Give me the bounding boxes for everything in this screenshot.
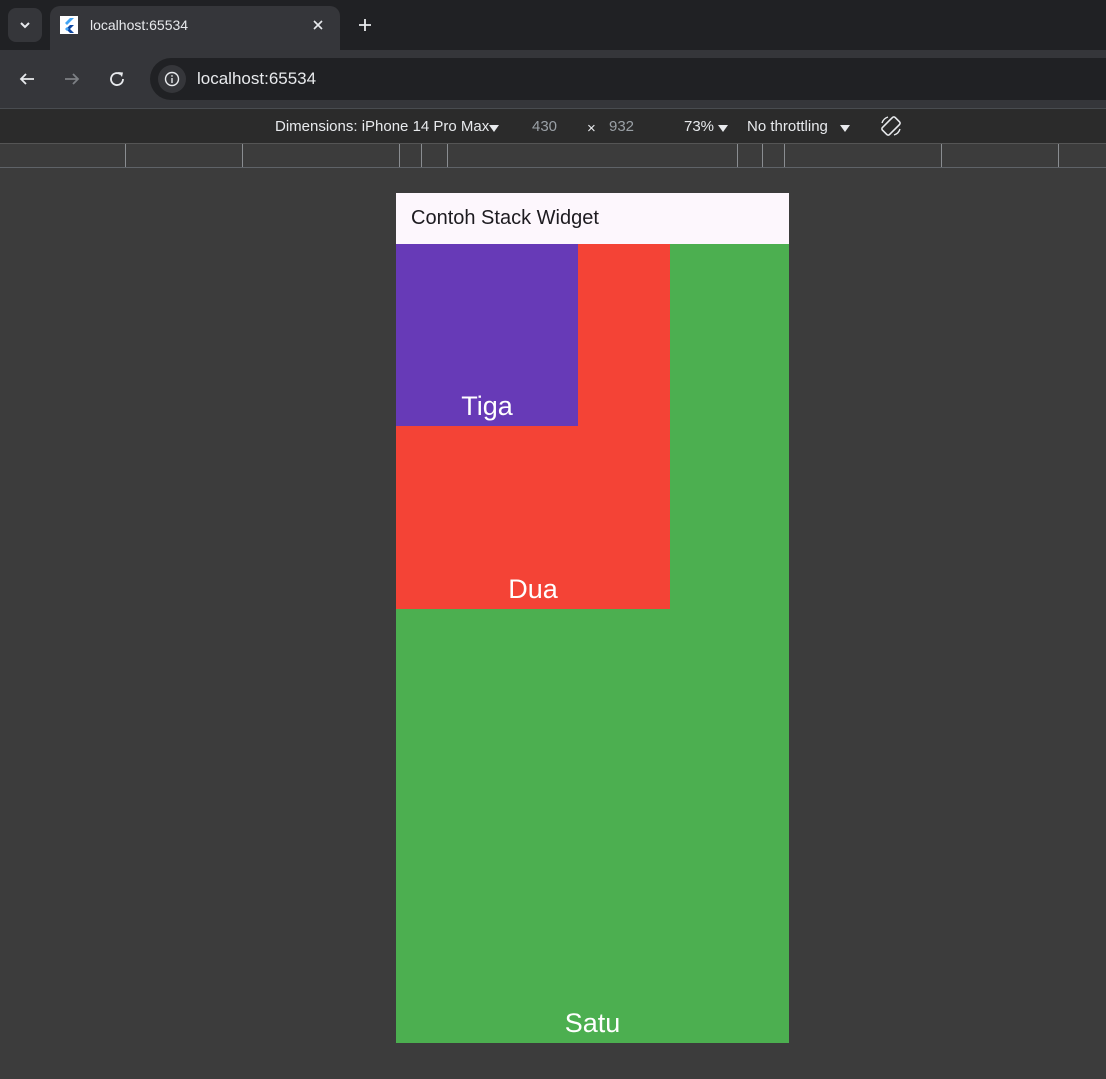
ruler-tick[interactable]: [762, 144, 763, 167]
site-info-button[interactable]: [158, 65, 186, 93]
height-input[interactable]: 932: [609, 118, 634, 135]
ruler-tick[interactable]: [447, 144, 448, 167]
ruler-tick[interactable]: [784, 144, 785, 167]
width-input[interactable]: 430: [532, 118, 557, 135]
caret-down-icon[interactable]: [718, 120, 728, 137]
ruler-tick[interactable]: [1058, 144, 1059, 167]
app-bar: Contoh Stack Widget: [396, 193, 789, 244]
box-satu-label: Satu: [564, 1008, 621, 1038]
arrow-right-icon: [65, 73, 80, 85]
box-tiga-label: Tiga: [461, 391, 513, 421]
info-icon: [164, 71, 180, 87]
dimensions-select[interactable]: Dimensions: iPhone 14 Pro Max: [275, 118, 489, 135]
page-title: Contoh Stack Widget: [411, 207, 599, 229]
browser-toolbar: localhost:65534: [0, 50, 1106, 108]
times-icon: ×: [587, 120, 596, 137]
chevron-down-icon: [20, 22, 30, 29]
zoom-select[interactable]: 73%: [684, 118, 714, 135]
media-query-ruler: [0, 143, 1106, 168]
address-bar[interactable]: localhost:65534: [150, 58, 1106, 100]
tab-strip: localhost:65534: [0, 0, 1106, 50]
throttling-select[interactable]: No throttling: [747, 118, 828, 135]
stack-body: Satu Dua Tiga: [396, 244, 789, 1043]
device-viewport: Contoh Stack Widget Satu Dua Tiga: [0, 168, 1106, 1079]
plus-icon: [359, 19, 371, 31]
caret-down-icon[interactable]: [489, 120, 499, 137]
ruler-tick[interactable]: [421, 144, 422, 167]
ruler-tick[interactable]: [941, 144, 942, 167]
tab-localhost[interactable]: localhost:65534: [50, 6, 340, 50]
reload-icon: [110, 72, 124, 86]
tab-search-button[interactable]: [8, 8, 42, 42]
new-tab-button[interactable]: [352, 12, 378, 38]
flutter-icon: [60, 16, 78, 34]
box-dua-label: Dua: [508, 574, 558, 604]
ruler-tick[interactable]: [125, 144, 126, 167]
ruler-tick[interactable]: [737, 144, 738, 167]
device-toolbar: Dimensions: iPhone 14 Pro Max 430 × 932 …: [0, 108, 1106, 143]
phone-screen: Contoh Stack Widget Satu Dua Tiga: [396, 193, 789, 1043]
box-tiga: Tiga: [396, 244, 578, 426]
ruler-tick[interactable]: [242, 144, 243, 167]
forward-button[interactable]: [58, 65, 86, 93]
url-text: localhost:65534: [197, 69, 317, 88]
rotate-icon[interactable]: [878, 113, 904, 139]
reload-button[interactable]: [103, 65, 131, 93]
back-button[interactable]: [13, 65, 41, 93]
caret-down-icon[interactable]: [840, 120, 850, 137]
tab-title: localhost:65534: [90, 17, 189, 33]
ruler-tick[interactable]: [399, 144, 400, 167]
close-icon[interactable]: [308, 15, 328, 35]
arrow-left-icon: [19, 73, 34, 85]
